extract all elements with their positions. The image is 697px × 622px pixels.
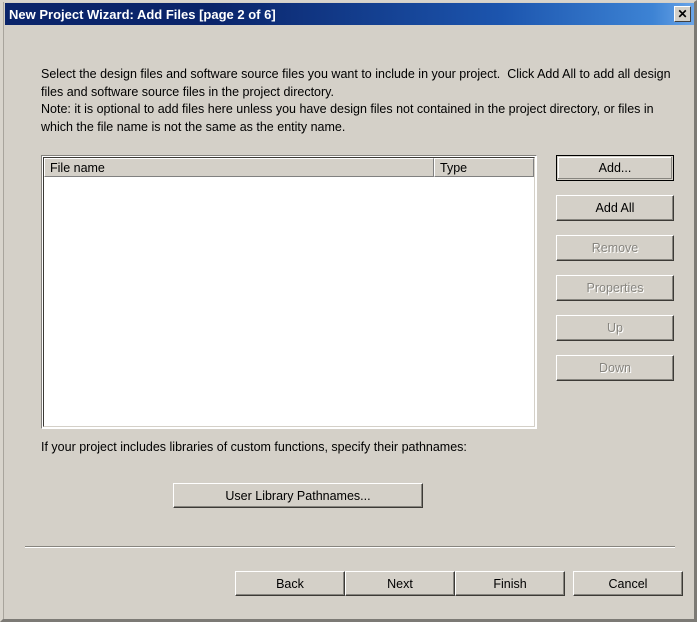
- column-header-type[interactable]: Type: [434, 158, 534, 177]
- add-button-label: Add...: [598, 161, 632, 175]
- user-library-button-label: User Library Pathnames...: [225, 488, 371, 503]
- file-list-header: File name Type: [44, 158, 534, 177]
- remove-button: Remove: [556, 235, 674, 261]
- move-up-button: Up: [556, 315, 674, 341]
- instructions-text: Select the design files and software sou…: [41, 67, 671, 134]
- close-button[interactable]: ✕: [674, 6, 691, 22]
- properties-button-label: Properties: [586, 281, 644, 295]
- move-down-button-label: Down: [599, 361, 631, 375]
- horizontal-separator: [25, 546, 675, 548]
- back-button-label: Back: [276, 576, 304, 591]
- add-all-button-label: Add All: [595, 201, 635, 215]
- cancel-button[interactable]: Cancel: [573, 571, 683, 596]
- next-button-label: Next: [387, 576, 413, 591]
- file-list-box[interactable]: File name Type: [41, 155, 537, 429]
- close-icon: ✕: [677, 7, 688, 21]
- column-header-file-name[interactable]: File name: [44, 158, 434, 177]
- add-all-button[interactable]: Add All: [556, 195, 674, 221]
- finish-button-label: Finish: [493, 576, 527, 591]
- title-bar[interactable]: New Project Wizard: Add Files [page 2 of…: [5, 3, 694, 25]
- back-button[interactable]: Back: [235, 571, 345, 596]
- file-list-rows[interactable]: [44, 177, 534, 426]
- next-button[interactable]: Next: [345, 571, 455, 596]
- remove-button-label: Remove: [591, 241, 639, 255]
- move-up-button-label: Up: [607, 321, 623, 335]
- window-title: New Project Wizard: Add Files [page 2 of…: [9, 6, 276, 22]
- library-instructions-text: If your project includes libraries of cu…: [41, 440, 467, 454]
- cancel-button-label: Cancel: [608, 576, 648, 591]
- add-button[interactable]: Add...: [556, 155, 674, 181]
- user-library-pathnames-button[interactable]: User Library Pathnames...: [173, 483, 423, 508]
- dialog-window: New Project Wizard: Add Files [page 2 of…: [0, 0, 697, 622]
- properties-button: Properties: [556, 275, 674, 301]
- finish-button[interactable]: Finish: [455, 571, 565, 596]
- move-down-button: Down: [556, 355, 674, 381]
- dialog-body: Select the design files and software sou…: [5, 25, 694, 619]
